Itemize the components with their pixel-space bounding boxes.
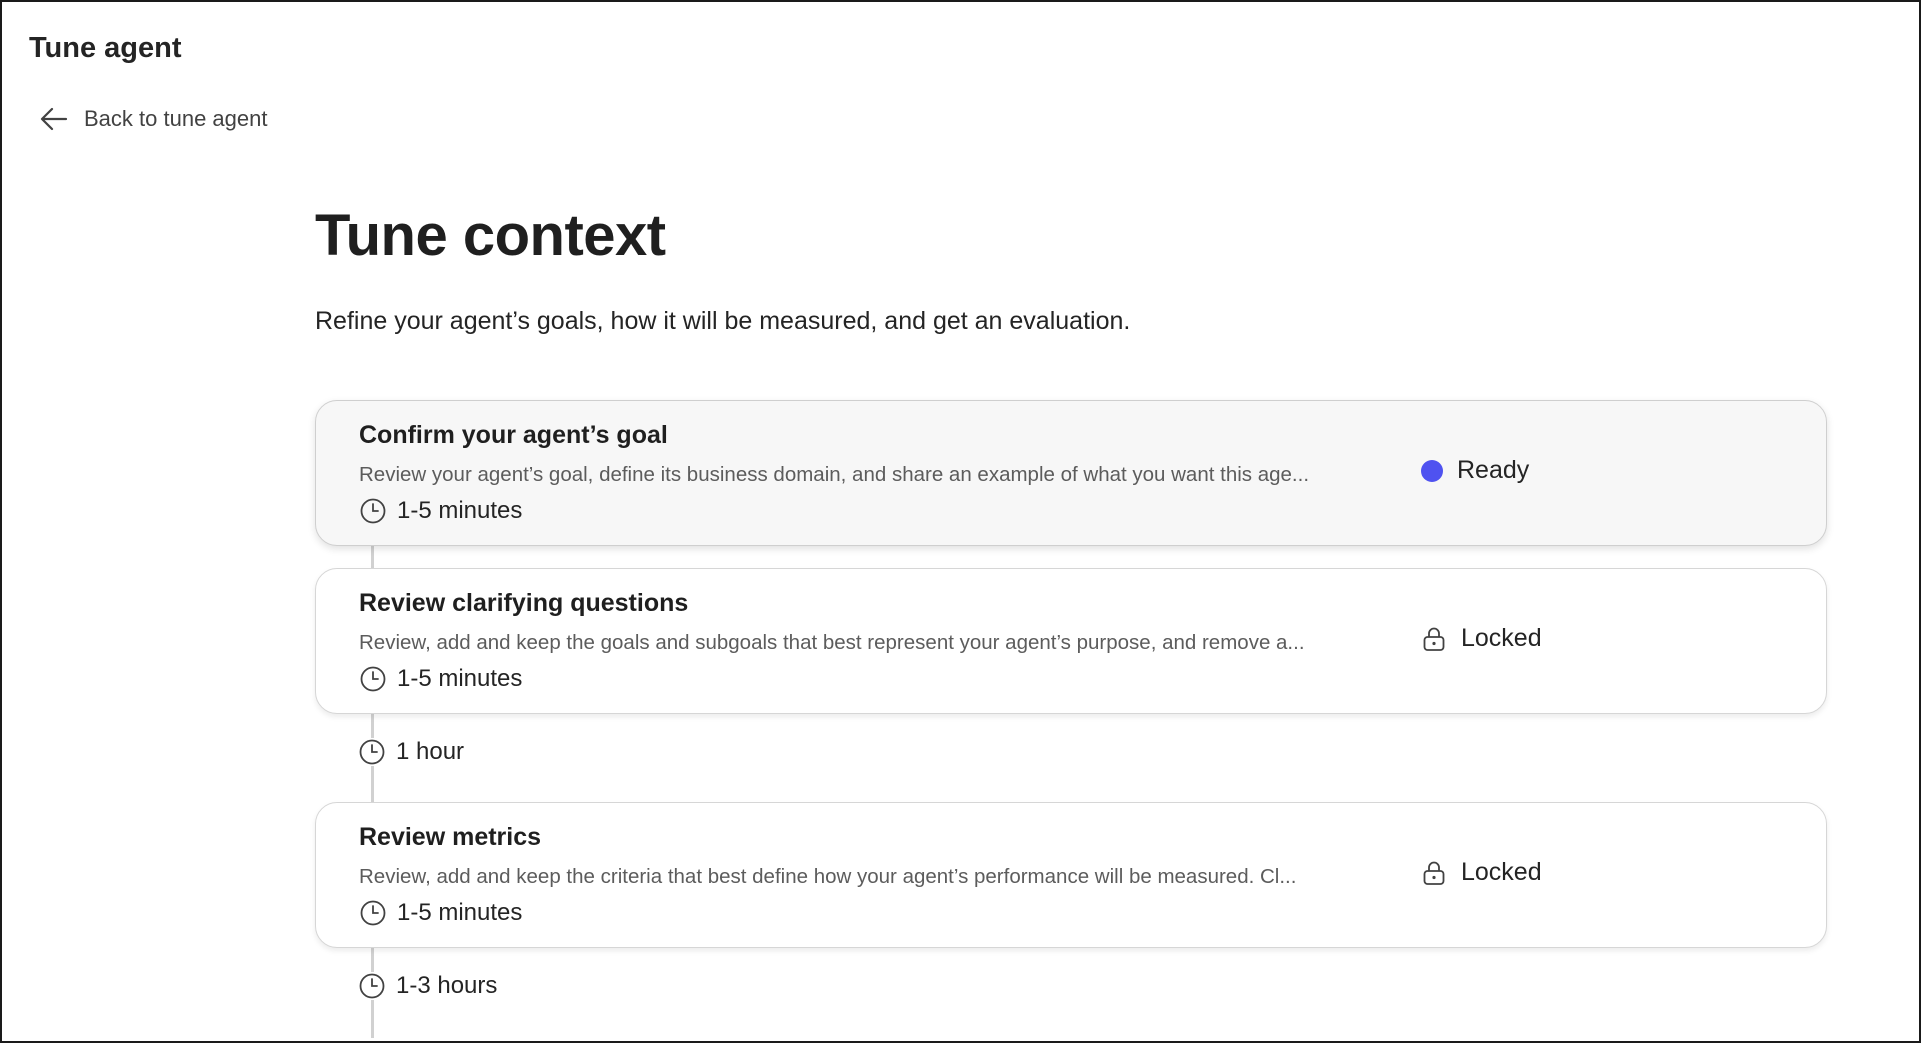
step-duration-label: 1-5 minutes: [397, 497, 523, 524]
step-card-confirm-goal[interactable]: Confirm your agent’s goal Review your ag…: [315, 400, 1827, 546]
step-duration: 1-5 minutes: [359, 665, 522, 693]
back-to-tune-agent-link[interactable]: Back to tune agent: [38, 103, 267, 135]
step-duration: 1-5 minutes: [359, 899, 522, 927]
step-duration: 1-5 minutes: [359, 497, 522, 525]
back-link-label: Back to tune agent: [84, 106, 268, 131]
step-status-label: Ready: [1457, 456, 1530, 484]
lock-icon: [1423, 861, 1445, 885]
step-description: Review, add and keep the criteria that b…: [359, 865, 1297, 888]
step-title: Confirm your agent’s goal: [359, 421, 668, 449]
arrow-left-icon: [40, 107, 68, 131]
step-status: Locked: [1421, 624, 1542, 653]
step-title: Review metrics: [359, 823, 542, 851]
app-title: Tune agent: [29, 32, 182, 64]
page-header: Tune context Refine your agent’s goals, …: [315, 202, 1827, 336]
step-status: Ready: [1421, 456, 1529, 485]
clock-icon: [359, 973, 385, 999]
page-description: Refine your agent’s goals, how it will b…: [315, 307, 1131, 335]
clock-icon: [360, 498, 386, 524]
wait-duration: 1 hour: [358, 738, 465, 766]
wait-duration: 1-3 hours: [358, 972, 498, 1000]
clock-icon: [360, 900, 386, 926]
step-status-label: Locked: [1461, 624, 1542, 652]
step-duration-label: 1-5 minutes: [397, 899, 523, 926]
step-description: Review your agent’s goal, define its bus…: [359, 463, 1310, 486]
step-duration-label: 1-5 minutes: [397, 665, 523, 692]
app-window: Tune agent Back to tune agent Tune conte…: [0, 0, 1921, 1043]
clock-icon: [360, 666, 386, 692]
lock-icon: [1423, 627, 1445, 651]
clock-icon: [359, 739, 385, 765]
step-status-label: Locked: [1461, 858, 1542, 886]
timeline-connector: [371, 546, 374, 568]
ready-dot-icon: [1421, 459, 1443, 482]
step-status: Locked: [1421, 858, 1542, 887]
wait-duration-label: 1-3 hours: [396, 972, 498, 999]
step-card-clarifying-questions[interactable]: Review clarifying questions Review, add …: [315, 568, 1827, 714]
step-card-review-metrics[interactable]: Review metrics Review, add and keep the …: [315, 802, 1827, 948]
step-title: Review clarifying questions: [359, 589, 689, 617]
wait-duration-label: 1 hour: [396, 738, 465, 765]
page-title: Tune context: [315, 203, 666, 268]
step-description: Review, add and keep the goals and subgo…: [359, 631, 1305, 654]
